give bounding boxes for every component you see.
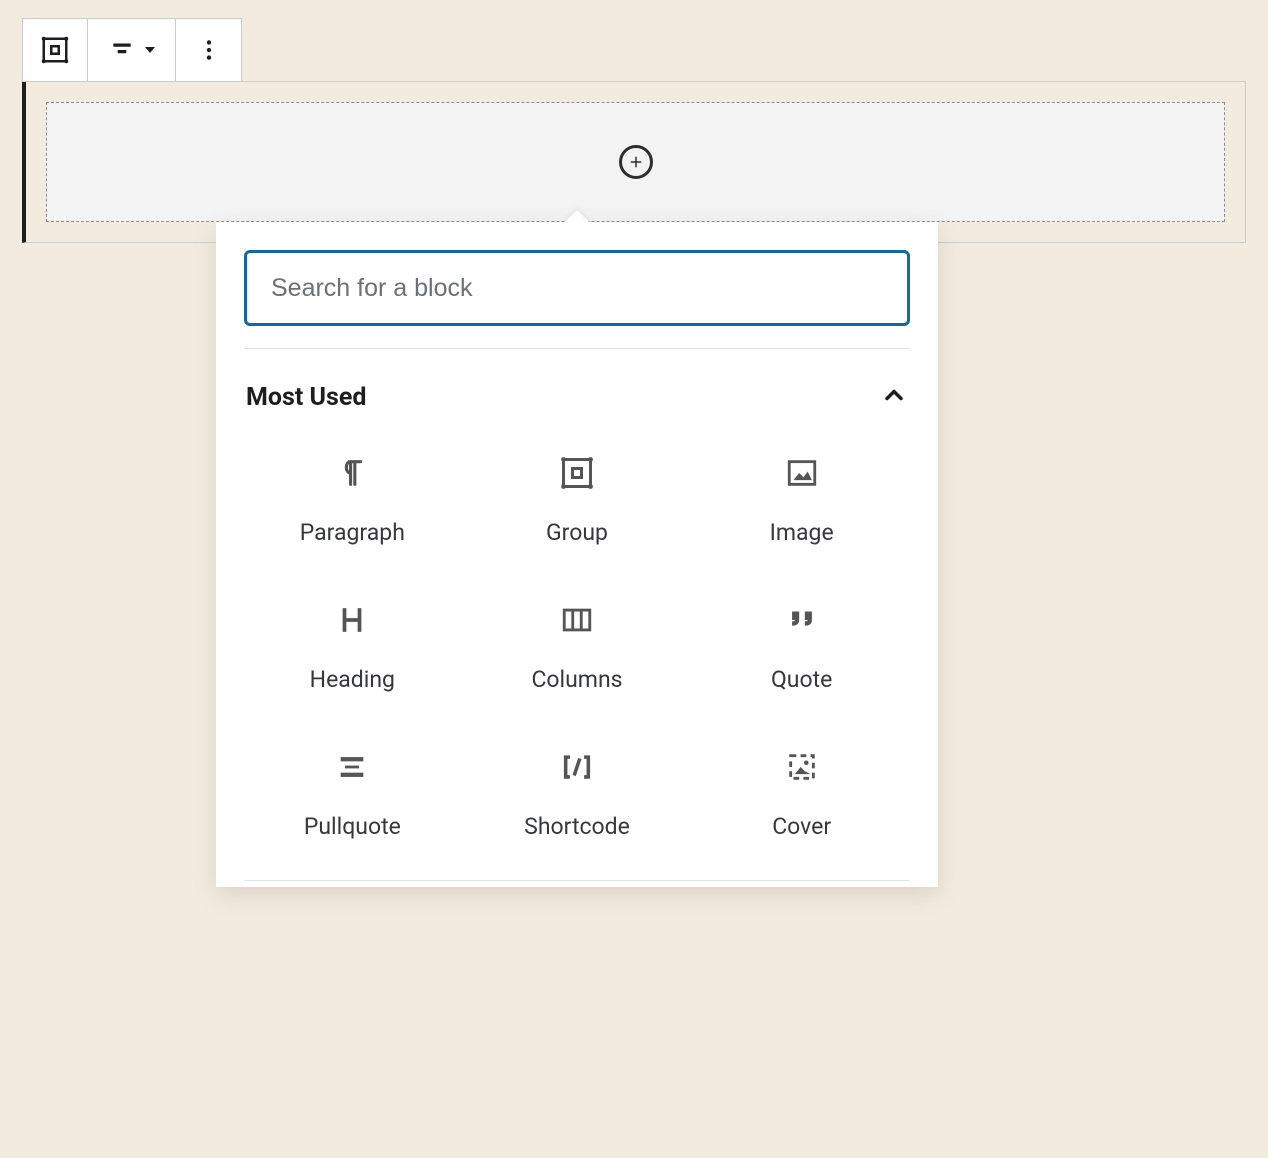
block-item-paragraph[interactable]: Paragraph <box>240 441 465 546</box>
chevron-down-icon <box>145 47 155 53</box>
pullquote-icon <box>334 749 370 785</box>
add-block-button[interactable] <box>619 145 653 179</box>
block-type-button[interactable] <box>23 19 88 81</box>
block-item-pullquote[interactable]: Pullquote <box>240 735 465 840</box>
block-item-columns[interactable]: Columns <box>465 588 690 693</box>
block-toolbar <box>22 18 242 82</box>
block-label: Heading <box>310 666 395 693</box>
shortcode-icon <box>559 749 595 785</box>
block-item-cover[interactable]: Cover <box>689 735 914 840</box>
section-toggle-most-used[interactable]: Most Used <box>216 349 938 441</box>
columns-icon <box>559 602 595 638</box>
divider <box>244 880 910 881</box>
block-grid: Paragraph Group Image Heading Columns Qu… <box>216 441 938 880</box>
align-button[interactable] <box>88 19 176 81</box>
block-item-group[interactable]: Group <box>465 441 690 546</box>
block-item-heading[interactable]: Heading <box>240 588 465 693</box>
group-block-icon <box>40 35 70 65</box>
image-icon <box>784 455 820 491</box>
align-icon <box>109 37 135 63</box>
block-label: Shortcode <box>524 813 630 840</box>
popover-caret <box>563 210 591 224</box>
block-editor-area <box>22 18 1246 243</box>
block-label: Columns <box>531 666 622 693</box>
block-inserter-popover: Most Used Paragraph Group Image Heading … <box>216 222 938 887</box>
paragraph-icon <box>334 455 370 491</box>
block-item-shortcode[interactable]: Shortcode <box>465 735 690 840</box>
selected-block-outline <box>22 81 1246 243</box>
block-item-quote[interactable]: Quote <box>689 588 914 693</box>
group-icon <box>559 455 595 491</box>
block-label: Image <box>770 519 834 546</box>
block-search-input[interactable] <box>244 250 910 326</box>
cover-icon <box>784 749 820 785</box>
block-label: Paragraph <box>300 519 405 546</box>
block-item-image[interactable]: Image <box>689 441 914 546</box>
section-title: Most Used <box>246 383 366 412</box>
heading-icon <box>334 602 370 638</box>
more-options-icon <box>196 37 222 63</box>
block-label: Quote <box>771 666 832 693</box>
block-label: Group <box>546 519 608 546</box>
block-appender[interactable] <box>46 102 1225 222</box>
more-options-button[interactable] <box>176 19 241 81</box>
chevron-up-icon <box>880 381 908 413</box>
block-label: Cover <box>772 813 831 840</box>
quote-icon <box>784 602 820 638</box>
block-label: Pullquote <box>304 813 401 840</box>
plus-circle-icon <box>627 153 645 171</box>
